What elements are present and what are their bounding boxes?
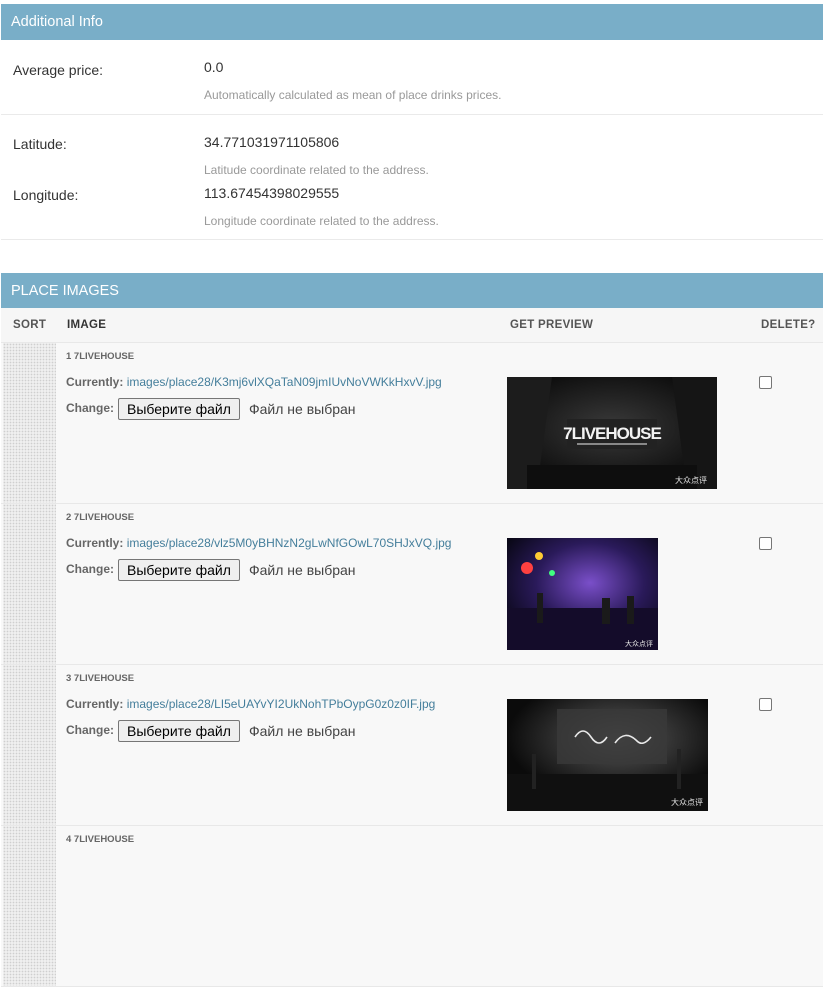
divider: [1, 239, 823, 240]
table-row: 1 7LIVEHOUSE Currently: images/place28/K…: [1, 343, 823, 504]
average-price-value: 0.0: [204, 59, 224, 75]
drag-handle[interactable]: [3, 826, 56, 986]
latitude-label: Latitude:: [13, 136, 67, 152]
currently-line: Currently: images/place28/vlz5M0yBHNzN2g…: [66, 536, 451, 550]
currently-label: Currently:: [66, 375, 124, 389]
watermark: 大众点评: [625, 639, 653, 648]
table-row: 3 7LIVEHOUSE Currently: images/place28/L…: [1, 665, 823, 826]
image-link[interactable]: images/place28/vlz5M0yBHNzN2gLwNfGOwL70S…: [127, 536, 452, 550]
image-preview: 7LIVEHOUSE 大众点评: [507, 377, 717, 489]
longitude-value: 113.67454398029555: [204, 185, 340, 201]
currently-line: Currently: images/place28/K3mj6vlXQaTaN0…: [66, 375, 442, 389]
column-sort: SORT: [13, 319, 47, 331]
currently-line: Currently: images/place28/LI5eUAYvYI2UkN…: [66, 697, 435, 711]
no-file-chosen: Файл не выбран: [249, 401, 356, 417]
column-delete: DELETE?: [761, 319, 816, 331]
row-title: 1 7LIVEHOUSE: [66, 351, 135, 362]
preview-caption: 7LIVEHOUSE: [563, 424, 661, 443]
choose-file-button[interactable]: Выберите файл: [118, 559, 240, 581]
choose-file-button[interactable]: Выберите файл: [118, 398, 240, 420]
row-title: 2 7LIVEHOUSE: [66, 512, 135, 523]
watermark: 大众点评: [675, 475, 707, 485]
longitude-label: Longitude:: [13, 187, 79, 203]
no-file-chosen: Файл не выбран: [249, 562, 356, 578]
change-label: Change:: [66, 562, 114, 576]
drag-handle[interactable]: [3, 504, 56, 664]
watermark: 大众点评: [671, 797, 703, 807]
place-images-title: PLACE IMAGES: [11, 283, 119, 299]
column-image: IMAGE: [67, 319, 107, 331]
image-preview: 大众点评: [507, 538, 658, 650]
average-price-help: Automatically calculated as mean of plac…: [204, 88, 502, 102]
delete-checkbox[interactable]: [759, 537, 772, 550]
preview-image: 7LIVEHOUSE 大众点评: [507, 377, 717, 489]
change-label: Change:: [66, 401, 114, 415]
additional-info-title: Additional Info: [11, 14, 103, 30]
row-title: 4 7LIVEHOUSE: [66, 834, 135, 845]
coordinates-row: Latitude: 34.771031971105806 Latitude co…: [1, 115, 823, 239]
choose-file-button[interactable]: Выберите файл: [118, 720, 240, 742]
average-price-row: Average price: 0.0 Automatically calcula…: [1, 40, 823, 114]
place-images-header: PLACE IMAGES: [1, 273, 823, 309]
additional-info-header: Additional Info: [1, 4, 823, 40]
currently-label: Currently:: [66, 536, 124, 550]
latitude-help: Latitude coordinate related to the addre…: [204, 163, 429, 177]
row-title: 3 7LIVEHOUSE: [66, 673, 135, 684]
image-link[interactable]: images/place28/LI5eUAYvYI2UkNohTPbOypG0z…: [127, 697, 436, 711]
currently-label: Currently:: [66, 697, 124, 711]
average-price-label: Average price:: [13, 62, 104, 78]
drag-handle[interactable]: [3, 665, 56, 825]
table-row: 4 7LIVEHOUSE: [1, 826, 823, 987]
image-link[interactable]: images/place28/K3mj6vlXQaTaN09jmIUvNoVWK…: [127, 375, 442, 389]
preview-image: 大众点评: [507, 699, 708, 811]
table-row: 2 7LIVEHOUSE Currently: images/place28/v…: [1, 504, 823, 665]
delete-checkbox[interactable]: [759, 376, 772, 389]
drag-handle[interactable]: [3, 343, 56, 503]
no-file-chosen: Файл не выбран: [249, 723, 356, 739]
delete-checkbox[interactable]: [759, 698, 772, 711]
preview-image: 大众点评: [507, 538, 658, 650]
column-get-preview: GET PREVIEW: [510, 319, 594, 331]
latitude-value: 34.771031971105806: [204, 134, 340, 150]
longitude-help: Longitude coordinate related to the addr…: [204, 214, 439, 228]
images-table-header: SORT IMAGE GET PREVIEW DELETE?: [1, 308, 823, 343]
change-label: Change:: [66, 723, 114, 737]
image-preview: 大众点评: [507, 699, 708, 811]
